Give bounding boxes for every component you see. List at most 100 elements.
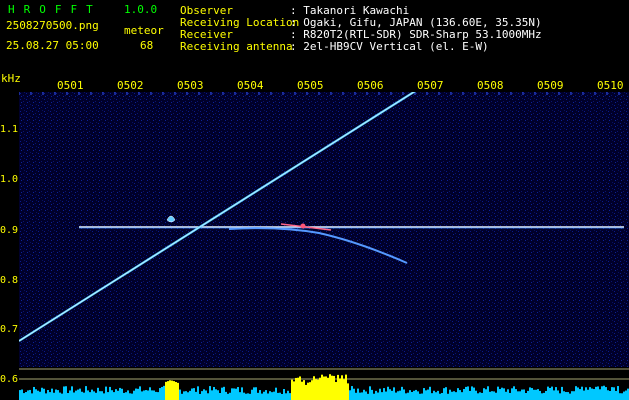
spectrum-bar <box>63 386 65 400</box>
spectrum-bar <box>359 392 361 400</box>
spectrum-bar <box>561 386 563 400</box>
spectrum-bar <box>509 392 511 400</box>
spectrum-bar <box>265 390 267 400</box>
spectrum-bar <box>569 393 571 400</box>
spectrum-bar <box>169 380 171 400</box>
spectrum-bar <box>297 377 299 400</box>
spectrum-bar <box>547 386 549 400</box>
spectrum-bar <box>575 386 577 400</box>
spectrum-bar <box>363 389 365 400</box>
spectrum-bar <box>601 386 603 400</box>
spectrum-bar <box>151 390 153 400</box>
spectrum-bar <box>111 390 113 400</box>
spectrum-bar <box>611 387 613 400</box>
spectrum-bar <box>165 381 167 400</box>
spectrum-bar <box>121 388 123 400</box>
spectrum-bar <box>607 390 609 400</box>
spectrum-bar <box>595 386 597 400</box>
spectrum-bar <box>37 390 39 400</box>
spectrum-bar <box>39 391 41 400</box>
spectrum-bar <box>461 392 463 400</box>
spectrum-bar <box>499 389 501 400</box>
spectrum-bar <box>55 389 57 400</box>
x-tick-label: 0508 <box>477 79 504 92</box>
echo-bright-spot <box>300 223 306 229</box>
spectrum-bar <box>483 388 485 400</box>
spectrum-bar <box>361 392 363 400</box>
spectrum-bar <box>301 381 303 400</box>
x-tick-label: 0510 <box>597 79 624 92</box>
spectrum-bar <box>289 393 291 400</box>
spectrum-bar <box>431 393 433 400</box>
spectrum-bar <box>145 390 147 400</box>
spectrum-bar <box>275 387 277 400</box>
spectrum-bar <box>27 390 29 400</box>
spectrum-bar <box>61 393 63 400</box>
spectrum-bar <box>351 386 353 400</box>
spectrum-bar <box>323 376 325 400</box>
spectrum-bar <box>473 387 475 400</box>
spectrum-bar <box>223 386 225 400</box>
spectrum-profile <box>19 374 629 400</box>
spectrum-bar <box>267 393 269 400</box>
spectrum-bar <box>19 390 21 400</box>
spectrum-bar <box>583 390 585 400</box>
spectrum-bar <box>217 390 219 400</box>
spectrum-bar <box>231 388 233 400</box>
spectrum-bar <box>617 386 619 400</box>
spectrum-bar <box>75 390 77 400</box>
spectrum-bar <box>161 386 163 400</box>
spectrum-bar <box>197 386 199 400</box>
spectrum-bar <box>311 380 313 400</box>
spectrum-bar <box>199 393 201 400</box>
spectrum-bar <box>427 389 429 400</box>
spectrum-bar <box>287 390 289 400</box>
spectrum-bar <box>557 390 559 400</box>
spectrum-bar <box>247 393 249 400</box>
spectrum-bar <box>81 391 83 400</box>
spectrum-bar <box>371 389 373 400</box>
spectrum-bar <box>123 392 125 400</box>
spectrum-bar <box>385 391 387 400</box>
spectrum-bar <box>41 387 43 400</box>
spectrum-bar <box>315 379 317 400</box>
spectrum-bar <box>531 388 533 400</box>
spectrum-bar <box>229 392 231 400</box>
spectrum-bar <box>273 391 275 400</box>
spectrum-bar <box>501 387 503 400</box>
spectrum-bar <box>195 391 197 400</box>
spectrum-bar <box>475 390 477 400</box>
spectrum-bar <box>209 386 211 400</box>
spectrum-bar <box>191 388 193 400</box>
spectrum-bar <box>585 387 587 400</box>
spectrum-bar <box>413 390 415 400</box>
spectrum-bar <box>567 392 569 400</box>
spectrum-bar <box>541 393 543 400</box>
spectrum-bar <box>97 387 99 400</box>
spectrum-bar <box>553 390 555 400</box>
spectrum-bar <box>279 392 281 400</box>
spectrum-bar <box>303 380 305 400</box>
spectrum-bar <box>183 391 185 400</box>
spectrum-bar <box>67 393 69 400</box>
spectrum-bar <box>545 390 547 400</box>
spectrum-bar <box>389 389 391 400</box>
spectrum-bar <box>149 387 151 400</box>
spectrum-bar <box>225 391 227 400</box>
spectrum-bar <box>137 388 139 400</box>
spectrum-bar <box>327 377 329 400</box>
spectrum-bar <box>167 381 169 400</box>
spectrum-bar <box>377 392 379 400</box>
spectrum-bar <box>489 391 491 400</box>
spectrum-bar <box>321 374 323 400</box>
spectrum-bar <box>307 382 309 400</box>
antenna-value: : 2el-HB9CV Vertical (el. E-W) <box>290 40 489 53</box>
spectrum-bar <box>141 391 143 400</box>
x-tick-label: 0507 <box>417 79 444 92</box>
spectrum-bar <box>423 388 425 400</box>
spectrum-bar <box>603 385 605 400</box>
spectrum-bar <box>177 382 179 400</box>
spectrum-bar <box>95 392 97 400</box>
spectrum-bar <box>69 390 71 400</box>
spectrum-bar <box>375 390 377 400</box>
